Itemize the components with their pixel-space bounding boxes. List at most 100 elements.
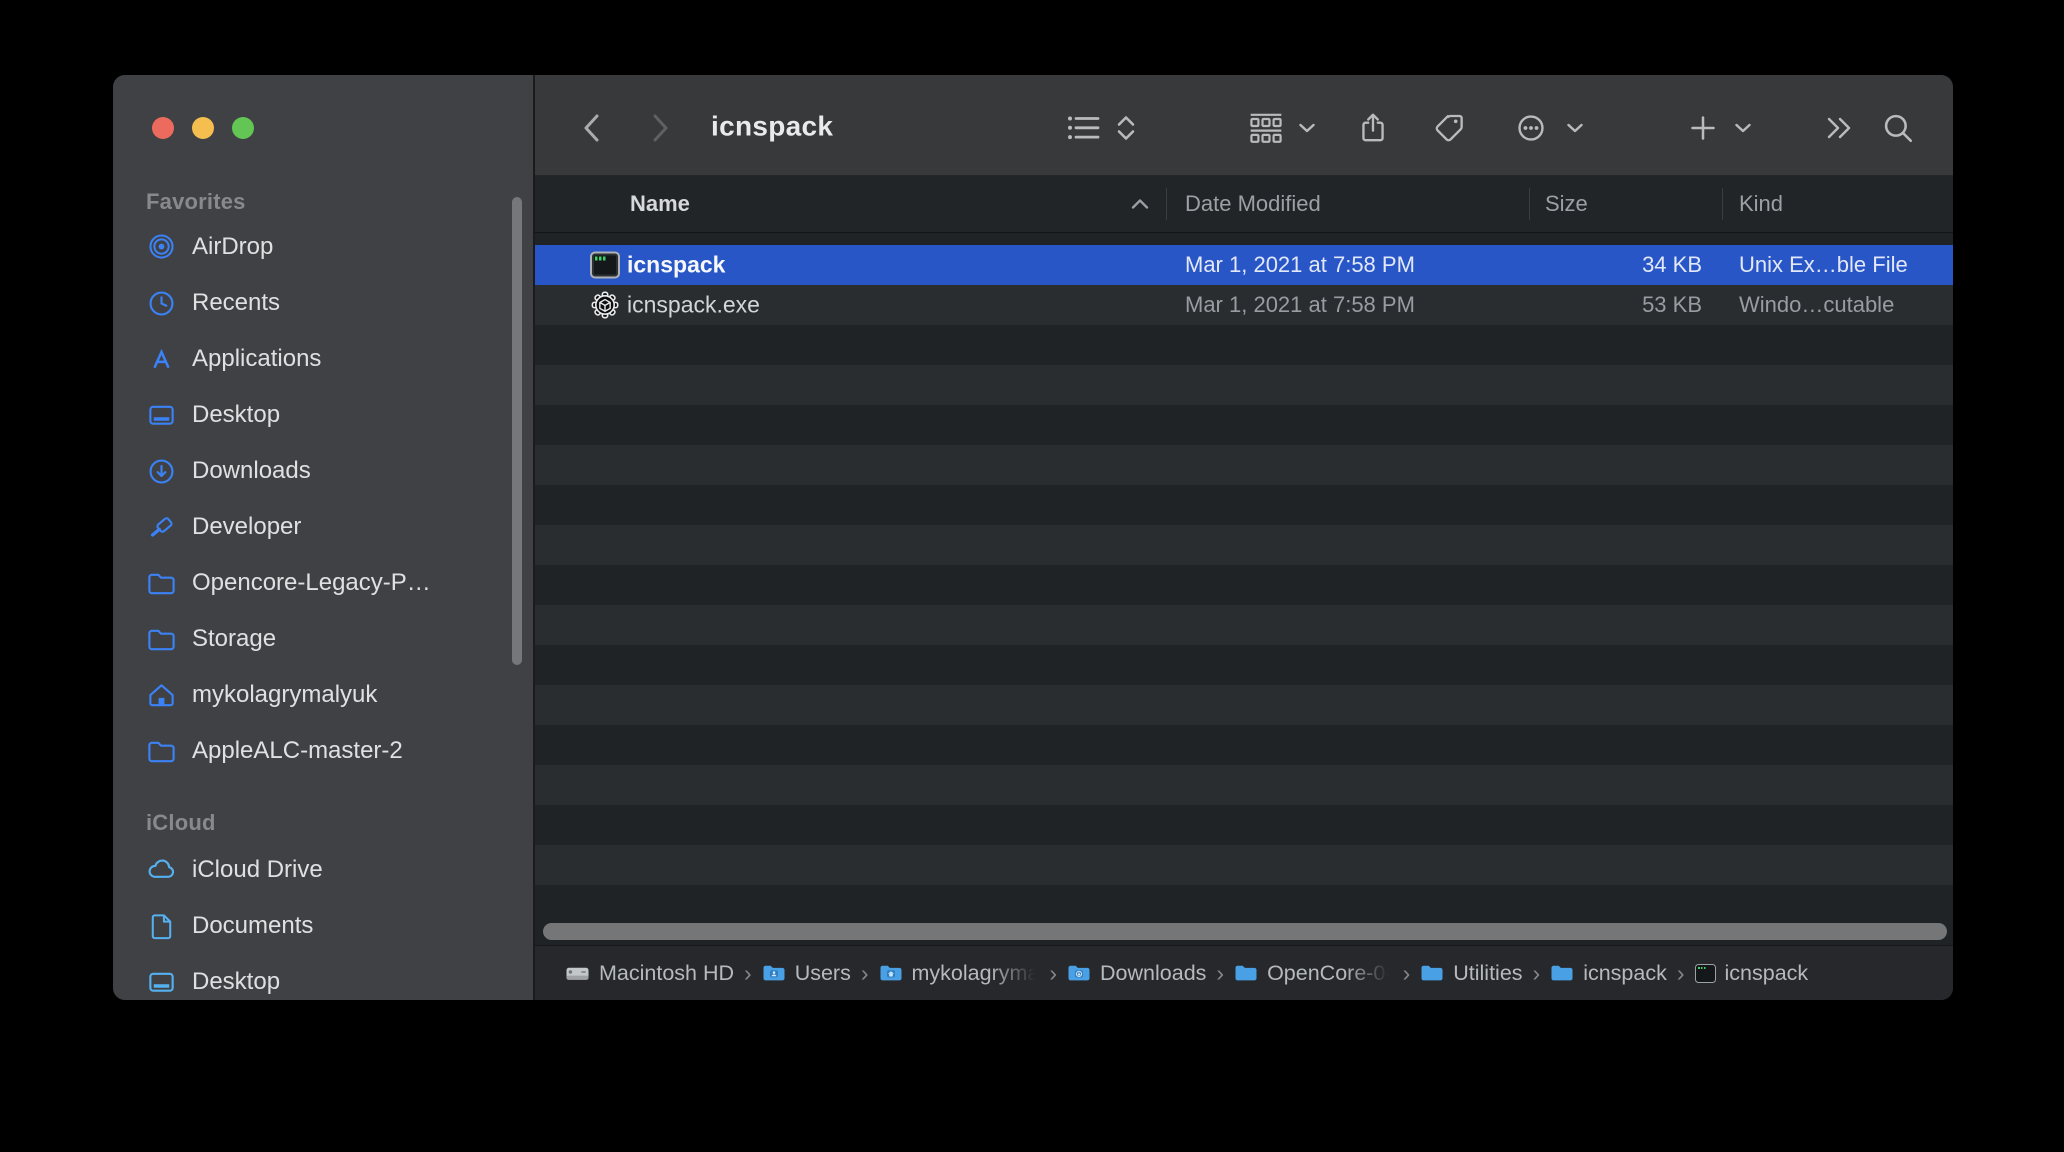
folder-downloads-icon (1068, 965, 1090, 981)
sidebar-item-label: Developer (192, 513, 302, 540)
breadcrumb-label: mykolagryma (911, 960, 1040, 985)
window-title: icnspack (711, 110, 834, 142)
breadcrumb-downloads[interactable]: Downloads (1067, 961, 1206, 986)
view-sort-chevrons-icon[interactable] (1115, 113, 1137, 143)
share-icon[interactable] (1356, 111, 1390, 145)
group-view-icon[interactable] (1247, 111, 1285, 145)
sidebar-item-applealc[interactable]: AppleALC-master-2 (133, 729, 507, 773)
sidebar-item-label: Applications (192, 345, 322, 372)
breadcrumb-separator: › (1676, 959, 1685, 986)
favorites-section-label: Favorites (146, 189, 246, 214)
file-size: 53 KB (1642, 292, 1702, 317)
breadcrumb-separator: › (1402, 959, 1411, 986)
more-options-icon[interactable] (1514, 111, 1548, 145)
breadcrumb-opencore[interactable]: OpenCore-0- (1234, 960, 1393, 986)
file-row-icnspack[interactable]: icnspack Mar 1, 2021 at 7:58 PM 34 KB Un… (535, 245, 1953, 285)
appstore-icon (153, 348, 170, 368)
breadcrumb-label: OpenCore-0- (1267, 960, 1393, 985)
breadcrumb-macintosh-hd[interactable]: Macintosh HD (565, 961, 734, 986)
minimize-button[interactable] (192, 117, 214, 139)
sidebar-item-opencore-legacy[interactable]: Opencore-Legacy-P… (133, 561, 507, 605)
column-divider[interactable] (1529, 188, 1530, 220)
folder-icon (148, 573, 175, 594)
hard-drive-icon (566, 967, 589, 980)
toolbar-overflow-icon[interactable] (1823, 113, 1855, 143)
sort-ascending-icon[interactable] (1131, 199, 1149, 210)
sidebar-item-label: Downloads (192, 457, 311, 484)
breadcrumb-separator: › (1216, 959, 1225, 986)
horizontal-scrollbar[interactable] (543, 923, 1947, 940)
column-header-kind[interactable]: Kind (1739, 191, 1783, 217)
file-size: 34 KB (1642, 252, 1702, 277)
file-kind: Windo…cutable (1739, 292, 1895, 317)
breadcrumb-label: Users (794, 960, 851, 985)
sidebar-item-recents[interactable]: Recents (133, 281, 507, 325)
chevron-down-icon[interactable] (1567, 123, 1584, 134)
terminal-icon (1694, 963, 1716, 983)
chevron-down-icon[interactable] (1299, 123, 1316, 134)
back-button[interactable] (579, 111, 603, 145)
sidebar-item-storage[interactable]: Storage (133, 617, 507, 661)
breadcrumb-icnspack-file[interactable]: icnspack (1694, 960, 1809, 986)
folder-icon (1551, 965, 1573, 981)
clock-icon (149, 290, 174, 316)
sidebar-item-icloud-drive[interactable]: iCloud Drive (133, 848, 507, 892)
cloud-icon (148, 859, 175, 878)
sidebar-item-label: mykolagrymalyuk (192, 681, 378, 708)
forward-button[interactable] (649, 111, 673, 145)
breadcrumb-icnspack-folder[interactable]: icnspack (1550, 961, 1667, 986)
file-row-icnspack-exe[interactable]: icnspack.exe Mar 1, 2021 at 7:58 PM 53 K… (535, 285, 1953, 325)
sidebar-item-label: Recents (192, 289, 281, 316)
sidebar-item-home[interactable]: mykolagrymalyuk (133, 673, 507, 717)
sidebar-item-developer[interactable]: Developer (133, 505, 507, 549)
sidebar-item-downloads[interactable]: Downloads (133, 449, 507, 493)
column-header-size[interactable]: Size (1545, 191, 1588, 217)
desktop-icon (149, 405, 174, 425)
chevron-down-icon[interactable] (1735, 123, 1752, 134)
icloud-section-label: iCloud (146, 810, 216, 835)
folder-icon (1235, 965, 1257, 981)
file-name: icnspack.exe (627, 291, 760, 318)
breadcrumb-label: icnspack (1724, 960, 1809, 985)
sidebar-item-desktop[interactable]: Desktop (133, 393, 507, 437)
breadcrumb-label: icnspack (1583, 960, 1667, 985)
window-controls (152, 117, 254, 139)
add-icon[interactable] (1688, 113, 1718, 143)
file-date-modified: Mar 1, 2021 at 7:58 PM (1185, 292, 1415, 317)
sidebar-item-label: AppleALC-master-2 (192, 737, 403, 764)
file-date-modified: Mar 1, 2021 at 7:58 PM (1185, 252, 1415, 277)
breadcrumb-users[interactable]: Users (762, 961, 851, 986)
tag-icon[interactable] (1432, 111, 1466, 145)
list-view-icon[interactable] (1067, 114, 1101, 142)
breadcrumb-label: Downloads (1100, 960, 1207, 985)
document-icon (151, 913, 172, 939)
column-divider[interactable] (1166, 188, 1167, 220)
file-name: icnspack (627, 251, 726, 278)
breadcrumb-separator: › (1532, 959, 1541, 986)
sidebar-item-label: iCloud Drive (192, 856, 323, 883)
sidebar-item-airdrop[interactable]: AirDrop (133, 225, 507, 269)
alternating-row-stripes (535, 325, 1953, 885)
path-bar: Macintosh HD › Users › mykolagryma › Dow… (535, 945, 1953, 1000)
column-header-date-modified[interactable]: Date Modified (1185, 191, 1321, 217)
breadcrumb-home-folder[interactable]: mykolagryma (879, 960, 1040, 986)
sidebar-item-label: Documents (192, 912, 314, 939)
toolbar: icnspack (535, 75, 1953, 176)
folder-icon (148, 629, 175, 650)
sidebar-item-icloud-desktop[interactable]: Desktop (133, 960, 507, 1000)
close-button[interactable] (152, 117, 174, 139)
search-icon[interactable] (1881, 111, 1915, 145)
zoom-button[interactable] (232, 117, 254, 139)
column-divider[interactable] (1722, 188, 1723, 220)
hammer-icon (150, 516, 173, 537)
folder-users-icon (763, 965, 785, 981)
sidebar-item-label: Desktop (192, 401, 281, 428)
column-header-name[interactable]: Name (630, 191, 690, 217)
breadcrumb-utilities[interactable]: Utilities (1420, 961, 1523, 986)
sidebar-item-documents[interactable]: Documents (133, 904, 507, 948)
sidebar-scrollbar[interactable] (512, 197, 522, 665)
sidebar-item-label: Storage (192, 625, 277, 652)
sidebar-item-applications[interactable]: Applications (133, 337, 507, 381)
list-column-header: Name Date Modified Size Kind (535, 176, 1953, 233)
breadcrumb-label: Macintosh HD (599, 960, 735, 985)
